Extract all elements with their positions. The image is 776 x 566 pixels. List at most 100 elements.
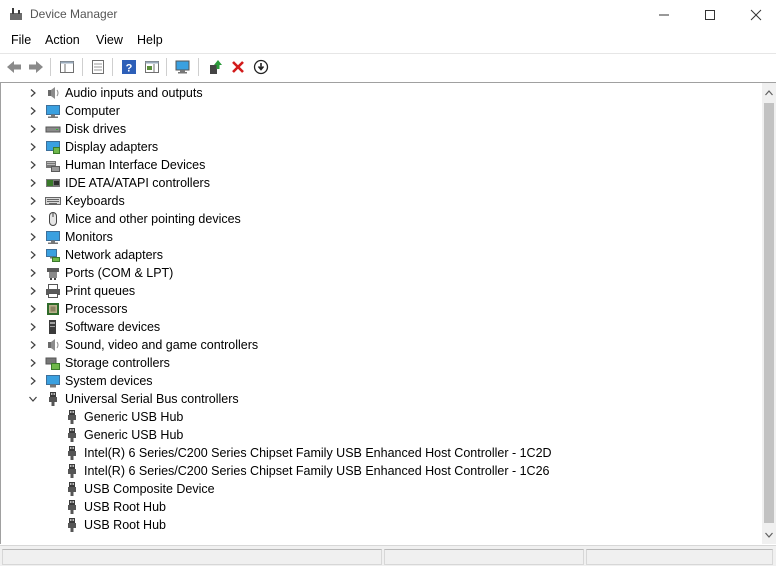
minimize-icon — [659, 14, 669, 16]
tree-category-label: Disk drives — [65, 122, 127, 136]
show-hide-console-tree-button[interactable] — [56, 56, 78, 78]
tree-category-label: Ports (COM & LPT) — [65, 266, 174, 280]
device-manager-app-icon — [10, 8, 22, 20]
expand-toggle[interactable] — [27, 195, 39, 207]
minimize-button[interactable] — [641, 0, 687, 30]
chevron-right-icon — [30, 125, 36, 133]
tree-device-row[interactable]: Intel(R) 6 Series/C200 Series Chipset Fa… — [1, 462, 761, 480]
back-icon — [7, 61, 21, 73]
tree-device-row[interactable]: Generic USB Hub — [1, 426, 761, 444]
forward-icon — [29, 61, 43, 73]
expand-toggle[interactable] — [27, 321, 39, 333]
expand-toggle[interactable] — [27, 105, 39, 117]
vertical-scrollbar[interactable] — [762, 82, 776, 544]
tree-category-row[interactable]: Audio inputs and outputs — [1, 84, 761, 102]
maximize-button[interactable] — [687, 0, 733, 30]
scroll-down-button[interactable] — [762, 527, 776, 543]
tree-category-row[interactable]: Computer — [1, 102, 761, 120]
scroll-thumb[interactable] — [764, 103, 774, 523]
chevron-right-icon — [30, 143, 36, 151]
disable-device-button[interactable] — [250, 56, 272, 78]
tree-category-row[interactable]: Display adapters — [1, 138, 761, 156]
tree-device-row[interactable]: USB Root Hub — [1, 516, 761, 534]
forward-button[interactable] — [25, 56, 47, 78]
port-icon — [47, 268, 59, 280]
uninstall-device-button[interactable] — [227, 56, 249, 78]
tree-category-row[interactable]: Keyboards — [1, 192, 761, 210]
collapse-toggle[interactable] — [27, 393, 39, 405]
usb-icon — [68, 446, 76, 460]
action-pane-button[interactable] — [141, 56, 163, 78]
expand-toggle[interactable] — [27, 87, 39, 99]
expand-toggle[interactable] — [27, 339, 39, 351]
tree-category-label: Processors — [65, 302, 128, 316]
menu-file[interactable]: File — [9, 33, 33, 47]
status-pane-tertiary — [586, 549, 773, 565]
tree-device-label: Generic USB Hub — [84, 410, 184, 424]
chevron-right-icon — [30, 251, 36, 259]
expand-toggle[interactable] — [27, 249, 39, 261]
tree-category-row[interactable]: Monitors — [1, 228, 761, 246]
chevron-right-icon — [30, 233, 36, 241]
toolbar-separator — [166, 58, 167, 76]
tree-category-row[interactable]: System devices — [1, 372, 761, 390]
tree-category-row[interactable]: Print queues — [1, 282, 761, 300]
scroll-up-button[interactable] — [762, 85, 776, 101]
title-bar: Device Manager — [0, 0, 776, 30]
back-button[interactable] — [3, 56, 25, 78]
tree-category-row[interactable]: Human Interface Devices — [1, 156, 761, 174]
update-driver-button[interactable] — [204, 56, 226, 78]
tree-device-label: USB Root Hub — [84, 518, 166, 532]
usb-icon — [68, 500, 76, 514]
expand-toggle[interactable] — [27, 285, 39, 297]
expand-toggle[interactable] — [27, 159, 39, 171]
expand-toggle[interactable] — [27, 123, 39, 135]
tree-category-row[interactable]: Disk drives — [1, 120, 761, 138]
svg-text:?: ? — [126, 63, 133, 75]
menu-view[interactable]: View — [94, 33, 125, 47]
tree-category-row[interactable]: Mice and other pointing devices — [1, 210, 761, 228]
scan-hardware-button[interactable] — [172, 56, 194, 78]
monitor-icon — [46, 231, 60, 244]
menu-action[interactable]: Action — [43, 33, 82, 47]
expand-toggle[interactable] — [27, 267, 39, 279]
tree-device-row[interactable]: USB Root Hub — [1, 498, 761, 516]
expand-toggle[interactable] — [27, 231, 39, 243]
tree-category-row[interactable]: Processors — [1, 300, 761, 318]
scan-hardware-icon — [175, 60, 190, 74]
tree-category-row[interactable]: Software devices — [1, 318, 761, 336]
expand-toggle[interactable] — [27, 303, 39, 315]
tree-category-row[interactable]: Ports (COM & LPT) — [1, 264, 761, 282]
chevron-down-icon — [29, 396, 37, 402]
maximize-icon — [705, 10, 715, 20]
tree-category-row[interactable]: Network adapters — [1, 246, 761, 264]
expand-toggle[interactable] — [27, 213, 39, 225]
tree-device-label: Generic USB Hub — [84, 428, 184, 442]
menu-help[interactable]: Help — [135, 33, 165, 47]
device-tree[interactable]: Audio inputs and outputs Computer Disk dri… — [0, 82, 762, 544]
tree-category-row[interactable]: Universal Serial Bus controllers — [1, 390, 761, 408]
expand-toggle[interactable] — [27, 177, 39, 189]
chevron-right-icon — [30, 323, 36, 331]
tree-category-row[interactable]: Storage controllers — [1, 354, 761, 372]
toolbar-separator — [82, 58, 83, 76]
help-button[interactable]: ? — [118, 56, 140, 78]
chevron-up-icon — [765, 90, 773, 96]
toolbar-separator — [112, 58, 113, 76]
expand-toggle[interactable] — [27, 357, 39, 369]
usb-icon — [68, 464, 76, 478]
properties-button[interactable] — [87, 56, 109, 78]
expand-toggle[interactable] — [27, 375, 39, 387]
usb-icon — [68, 428, 76, 442]
tree-category-row[interactable]: IDE ATA/ATAPI controllers — [1, 174, 761, 192]
tree-category-label: Sound, video and game controllers — [65, 338, 259, 352]
tree-category-row[interactable]: Sound, video and game controllers — [1, 336, 761, 354]
tree-device-row[interactable]: USB Composite Device — [1, 480, 761, 498]
toolbar-separator — [50, 58, 51, 76]
tree-device-row[interactable]: Generic USB Hub — [1, 408, 761, 426]
close-button[interactable] — [733, 0, 776, 30]
expand-toggle[interactable] — [27, 141, 39, 153]
printer-icon — [46, 284, 60, 298]
update-driver-icon — [210, 60, 222, 74]
tree-device-row[interactable]: Intel(R) 6 Series/C200 Series Chipset Fa… — [1, 444, 761, 462]
